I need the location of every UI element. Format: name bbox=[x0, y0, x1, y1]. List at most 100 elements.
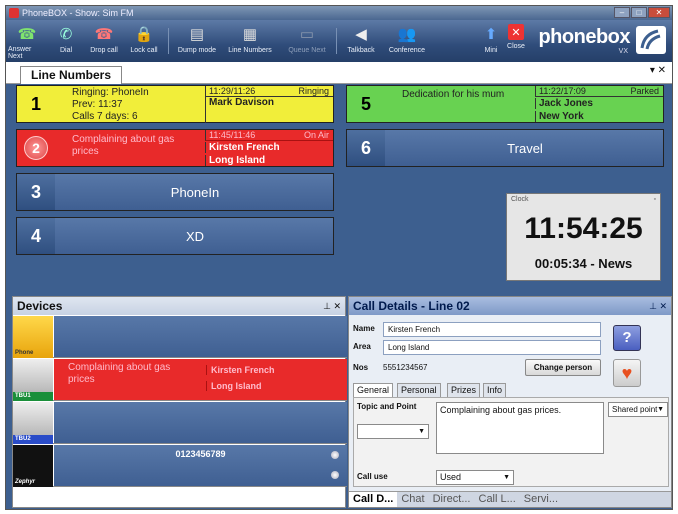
change-person-button[interactable]: Change person bbox=[525, 359, 601, 376]
queue-next-button[interactable]: ▭ Queue Next bbox=[284, 22, 330, 60]
device-phone[interactable]: Phone bbox=[13, 316, 347, 358]
call-use-label: Call use bbox=[357, 472, 388, 481]
line-caller-name: Kirsten French bbox=[205, 142, 333, 153]
chevron-down-icon: ▼ bbox=[657, 406, 664, 413]
clock-countdown: 00:05:34 - News bbox=[534, 256, 633, 271]
line-panel: 1 Ringing: PhoneIn Prev: 11:37 Calls 7 d… bbox=[12, 85, 668, 295]
devices-panel: Devices ⊥ ✕ Phone TBU1 Complaining about… bbox=[12, 296, 347, 508]
tab-services[interactable]: Servi... bbox=[520, 492, 562, 507]
line-number: 6 bbox=[347, 130, 385, 166]
line-6[interactable]: 6 Travel bbox=[346, 129, 664, 167]
minimize-button[interactable]: – bbox=[614, 7, 630, 18]
line-calls: Calls 7 days: 6 bbox=[72, 111, 138, 122]
line-5[interactable]: 5 Dedication for his mum 11:22/17:09 Par… bbox=[346, 85, 664, 123]
app-window: PhoneBOX - Show: Sim FM – □ ✕ ☎ Answer N… bbox=[5, 5, 673, 510]
maximize-button[interactable]: □ bbox=[631, 7, 647, 18]
help-button[interactable]: ? bbox=[613, 325, 641, 351]
conference-button[interactable]: 👥 Conference bbox=[384, 22, 430, 60]
devices-header: Devices ⊥ ✕ bbox=[13, 297, 345, 315]
tab-strip: Line Numbers ▾ ✕ bbox=[6, 62, 672, 84]
dump-icon: ▤ bbox=[189, 26, 205, 43]
line-label: PhoneIn bbox=[170, 184, 220, 200]
brand-sub: VX bbox=[618, 48, 628, 55]
device-topic: Complaining about gas prices bbox=[68, 362, 171, 385]
line-caller-area: New York bbox=[535, 111, 663, 122]
line-time: 11:22/17:09 Parked bbox=[535, 86, 663, 97]
tab-call-details[interactable]: Call D... bbox=[349, 492, 398, 507]
tab-info[interactable]: Info bbox=[483, 383, 507, 397]
chevron-down-icon: ▼ bbox=[503, 474, 510, 481]
device-body: 0123456789 bbox=[54, 445, 347, 486]
line-label: Travel bbox=[507, 140, 543, 156]
pin-close-icon[interactable]: ⊥ ✕ bbox=[323, 297, 341, 315]
drop-call-button[interactable]: ☎ Drop call bbox=[86, 22, 122, 60]
talkback-button[interactable]: ◀ Talkback bbox=[342, 22, 380, 60]
dump-mode-button[interactable]: ▤ Dump mode bbox=[174, 22, 220, 60]
line-4[interactable]: 4 XD bbox=[16, 217, 334, 255]
talkback-icon: ◀ bbox=[355, 26, 367, 43]
help-icon: ? bbox=[622, 329, 632, 346]
conference-icon: 👥 bbox=[397, 26, 417, 43]
dial-button[interactable]: ✆ Dial bbox=[52, 22, 80, 60]
nos-label: Nos bbox=[353, 363, 369, 372]
line-time: 11:45/11:46 On Air bbox=[205, 130, 333, 141]
call-use-dropdown[interactable]: Used ▼ bbox=[436, 470, 514, 485]
topic-dropdown[interactable]: ▼ bbox=[357, 424, 429, 439]
status-dot-icon bbox=[331, 451, 339, 459]
tab-directory[interactable]: Direct... bbox=[429, 492, 475, 507]
answer-next-button[interactable]: ☎ Answer Next bbox=[8, 22, 46, 61]
line-number: 2 bbox=[17, 130, 55, 166]
line-topic: Dedication for his mum bbox=[402, 89, 505, 100]
pin-close-icon[interactable]: ▾ ✕ bbox=[650, 65, 666, 76]
queue-icon: ▭ bbox=[299, 26, 315, 43]
clock-widget: Clock ▫ 11:54:25 00:05:34 - News bbox=[506, 193, 661, 281]
brand-name: phonebox bbox=[538, 26, 630, 48]
toolbar: ☎ Answer Next ✆ Dial ☎ Drop call 🔒 Lock … bbox=[6, 20, 672, 62]
tab-general[interactable]: General bbox=[353, 383, 394, 397]
line-topic: Complaining about gas prices bbox=[72, 134, 175, 157]
clock-caption: Clock bbox=[511, 196, 529, 203]
area-field[interactable]: Long Island bbox=[383, 340, 601, 355]
toolbar-separator bbox=[336, 28, 337, 54]
line-numbers-button[interactable]: ▦ Line Numbers bbox=[224, 22, 276, 60]
line-numbers-icon: ▦ bbox=[242, 26, 258, 43]
topic-textarea[interactable]: Complaining about gas prices. bbox=[436, 402, 604, 454]
favourite-button[interactable]: ♥ bbox=[613, 359, 641, 387]
device-body: Complaining about gas prices Kirsten Fre… bbox=[54, 359, 347, 400]
call-details-header: Call Details - Line 02 ⊥ ✕ bbox=[349, 297, 671, 315]
line-caller-name: Jack Jones bbox=[535, 98, 663, 109]
dial-icon: ✆ bbox=[59, 26, 73, 43]
close-icon: ✕ bbox=[508, 24, 524, 40]
name-field[interactable]: Kirsten French bbox=[383, 322, 601, 337]
tab-prizes[interactable]: Prizes bbox=[447, 383, 481, 397]
pin-close-icon[interactable]: ⊥ ✕ bbox=[649, 297, 667, 315]
clock-close-icon[interactable]: ▫ bbox=[654, 196, 656, 203]
line-2[interactable]: 2 Complaining about gas prices 11:45/11:… bbox=[16, 129, 334, 167]
line-1[interactable]: 1 Ringing: PhoneIn Prev: 11:37 Calls 7 d… bbox=[16, 85, 334, 123]
call-details-panel: Call Details - Line 02 ⊥ ✕ Name Kirsten … bbox=[348, 296, 672, 508]
title-bar: PhoneBOX - Show: Sim FM – □ ✕ bbox=[6, 6, 672, 20]
answer-icon: ☎ bbox=[17, 25, 37, 43]
line-label: XD bbox=[185, 228, 205, 244]
device-tbu2[interactable]: TBU2 bbox=[13, 402, 347, 444]
lock-icon: 🔒 bbox=[134, 26, 154, 43]
topic-label: Topic and Point bbox=[357, 402, 417, 411]
lock-call-button[interactable]: 🔒 Lock call bbox=[126, 22, 162, 60]
phonebox-logo-icon bbox=[636, 26, 666, 54]
device-zephyr[interactable]: Zephyr 0123456789 bbox=[13, 445, 347, 487]
window-close-button[interactable]: ✕ bbox=[648, 7, 670, 18]
toolbar-close-button[interactable]: ✕ Close bbox=[504, 22, 528, 60]
tab-personal[interactable]: Personal bbox=[397, 383, 441, 397]
status-dot-icon bbox=[331, 471, 339, 479]
device-tbu1[interactable]: TBU1 Complaining about gas prices Kirste… bbox=[13, 359, 347, 401]
shared-point-dropdown[interactable]: Shared point ▼ bbox=[608, 402, 668, 417]
mini-button[interactable]: ⬆ Mini bbox=[480, 22, 502, 60]
tbu-device-icon: TBU2 bbox=[13, 402, 53, 444]
line-number: 1 bbox=[30, 93, 41, 114]
tab-chat[interactable]: Chat bbox=[397, 492, 428, 507]
tab-call-log[interactable]: Call L... bbox=[475, 492, 520, 507]
line-status: Ringing: PhoneIn bbox=[72, 87, 149, 98]
tbu-device-icon: TBU1 bbox=[13, 359, 53, 401]
tab-line-numbers[interactable]: Line Numbers bbox=[20, 66, 123, 84]
line-3[interactable]: 3 PhoneIn bbox=[16, 173, 334, 211]
